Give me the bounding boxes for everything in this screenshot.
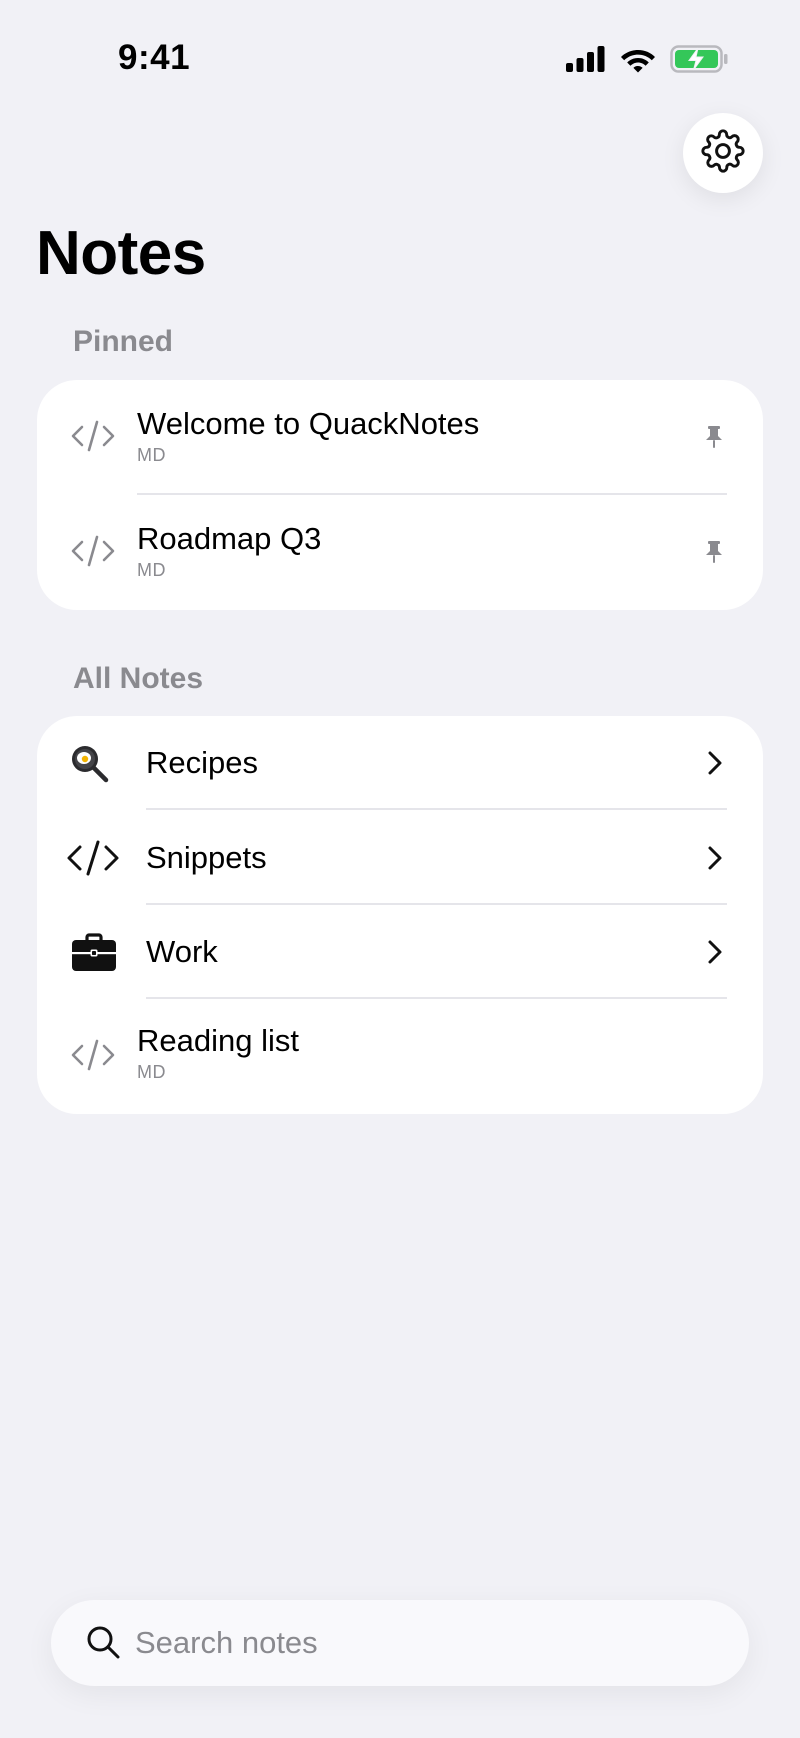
gear-icon	[701, 128, 745, 178]
battery-charging-icon	[670, 45, 728, 73]
chevron-right-icon	[705, 843, 725, 873]
note-format: MD	[137, 445, 166, 465]
note-title: Reading list	[137, 1023, 299, 1058]
pinned-card: Welcome to QuackNotes MD Roadmap Q3 MD	[37, 380, 763, 610]
folder-title: Recipes	[146, 745, 258, 780]
page-title: Notes	[36, 219, 206, 288]
code-icon	[71, 418, 115, 454]
status-bar: 9:41	[0, 0, 800, 120]
folder-title: Snippets	[146, 840, 267, 875]
status-time: 9:41	[118, 38, 191, 77]
search-bar[interactable]	[51, 1600, 749, 1686]
note-title: Welcome to QuackNotes	[137, 406, 480, 441]
status-icons	[566, 44, 728, 74]
cellular-signal-icon	[566, 46, 606, 72]
chevron-right-icon	[705, 937, 725, 967]
note-format: MD	[137, 1062, 166, 1082]
all-notes-card: Recipes Snippets Work Reading list MD	[37, 716, 763, 1114]
folder-snippets[interactable]: Snippets	[37, 810, 763, 905]
search-icon	[85, 1624, 123, 1662]
frying-pan-icon	[69, 743, 109, 783]
folder-title: Work	[146, 934, 218, 969]
pin-icon	[703, 424, 725, 450]
briefcase-icon	[70, 933, 118, 973]
folder-recipes[interactable]: Recipes	[37, 716, 763, 810]
pin-icon	[703, 539, 725, 565]
search-input[interactable]	[135, 1614, 715, 1672]
folder-work[interactable]: Work	[37, 905, 763, 999]
section-header-all-notes: All Notes	[73, 662, 204, 695]
pinned-note-welcome[interactable]: Welcome to QuackNotes MD	[37, 380, 763, 495]
note-format: MD	[137, 560, 166, 580]
chevron-right-icon	[705, 748, 725, 778]
code-icon	[71, 533, 115, 569]
pinned-note-roadmap[interactable]: Roadmap Q3 MD	[37, 495, 763, 610]
note-title: Roadmap Q3	[137, 521, 322, 556]
wifi-icon	[620, 46, 656, 73]
section-header-pinned: Pinned	[73, 325, 174, 358]
code-icon	[71, 1037, 115, 1073]
notes-screen: 9:41 Notes Pinned Welcome to QuackNotes …	[0, 0, 800, 1738]
note-reading-list[interactable]: Reading list MD	[37, 999, 763, 1114]
settings-button[interactable]	[683, 113, 763, 193]
code-icon	[66, 839, 120, 877]
